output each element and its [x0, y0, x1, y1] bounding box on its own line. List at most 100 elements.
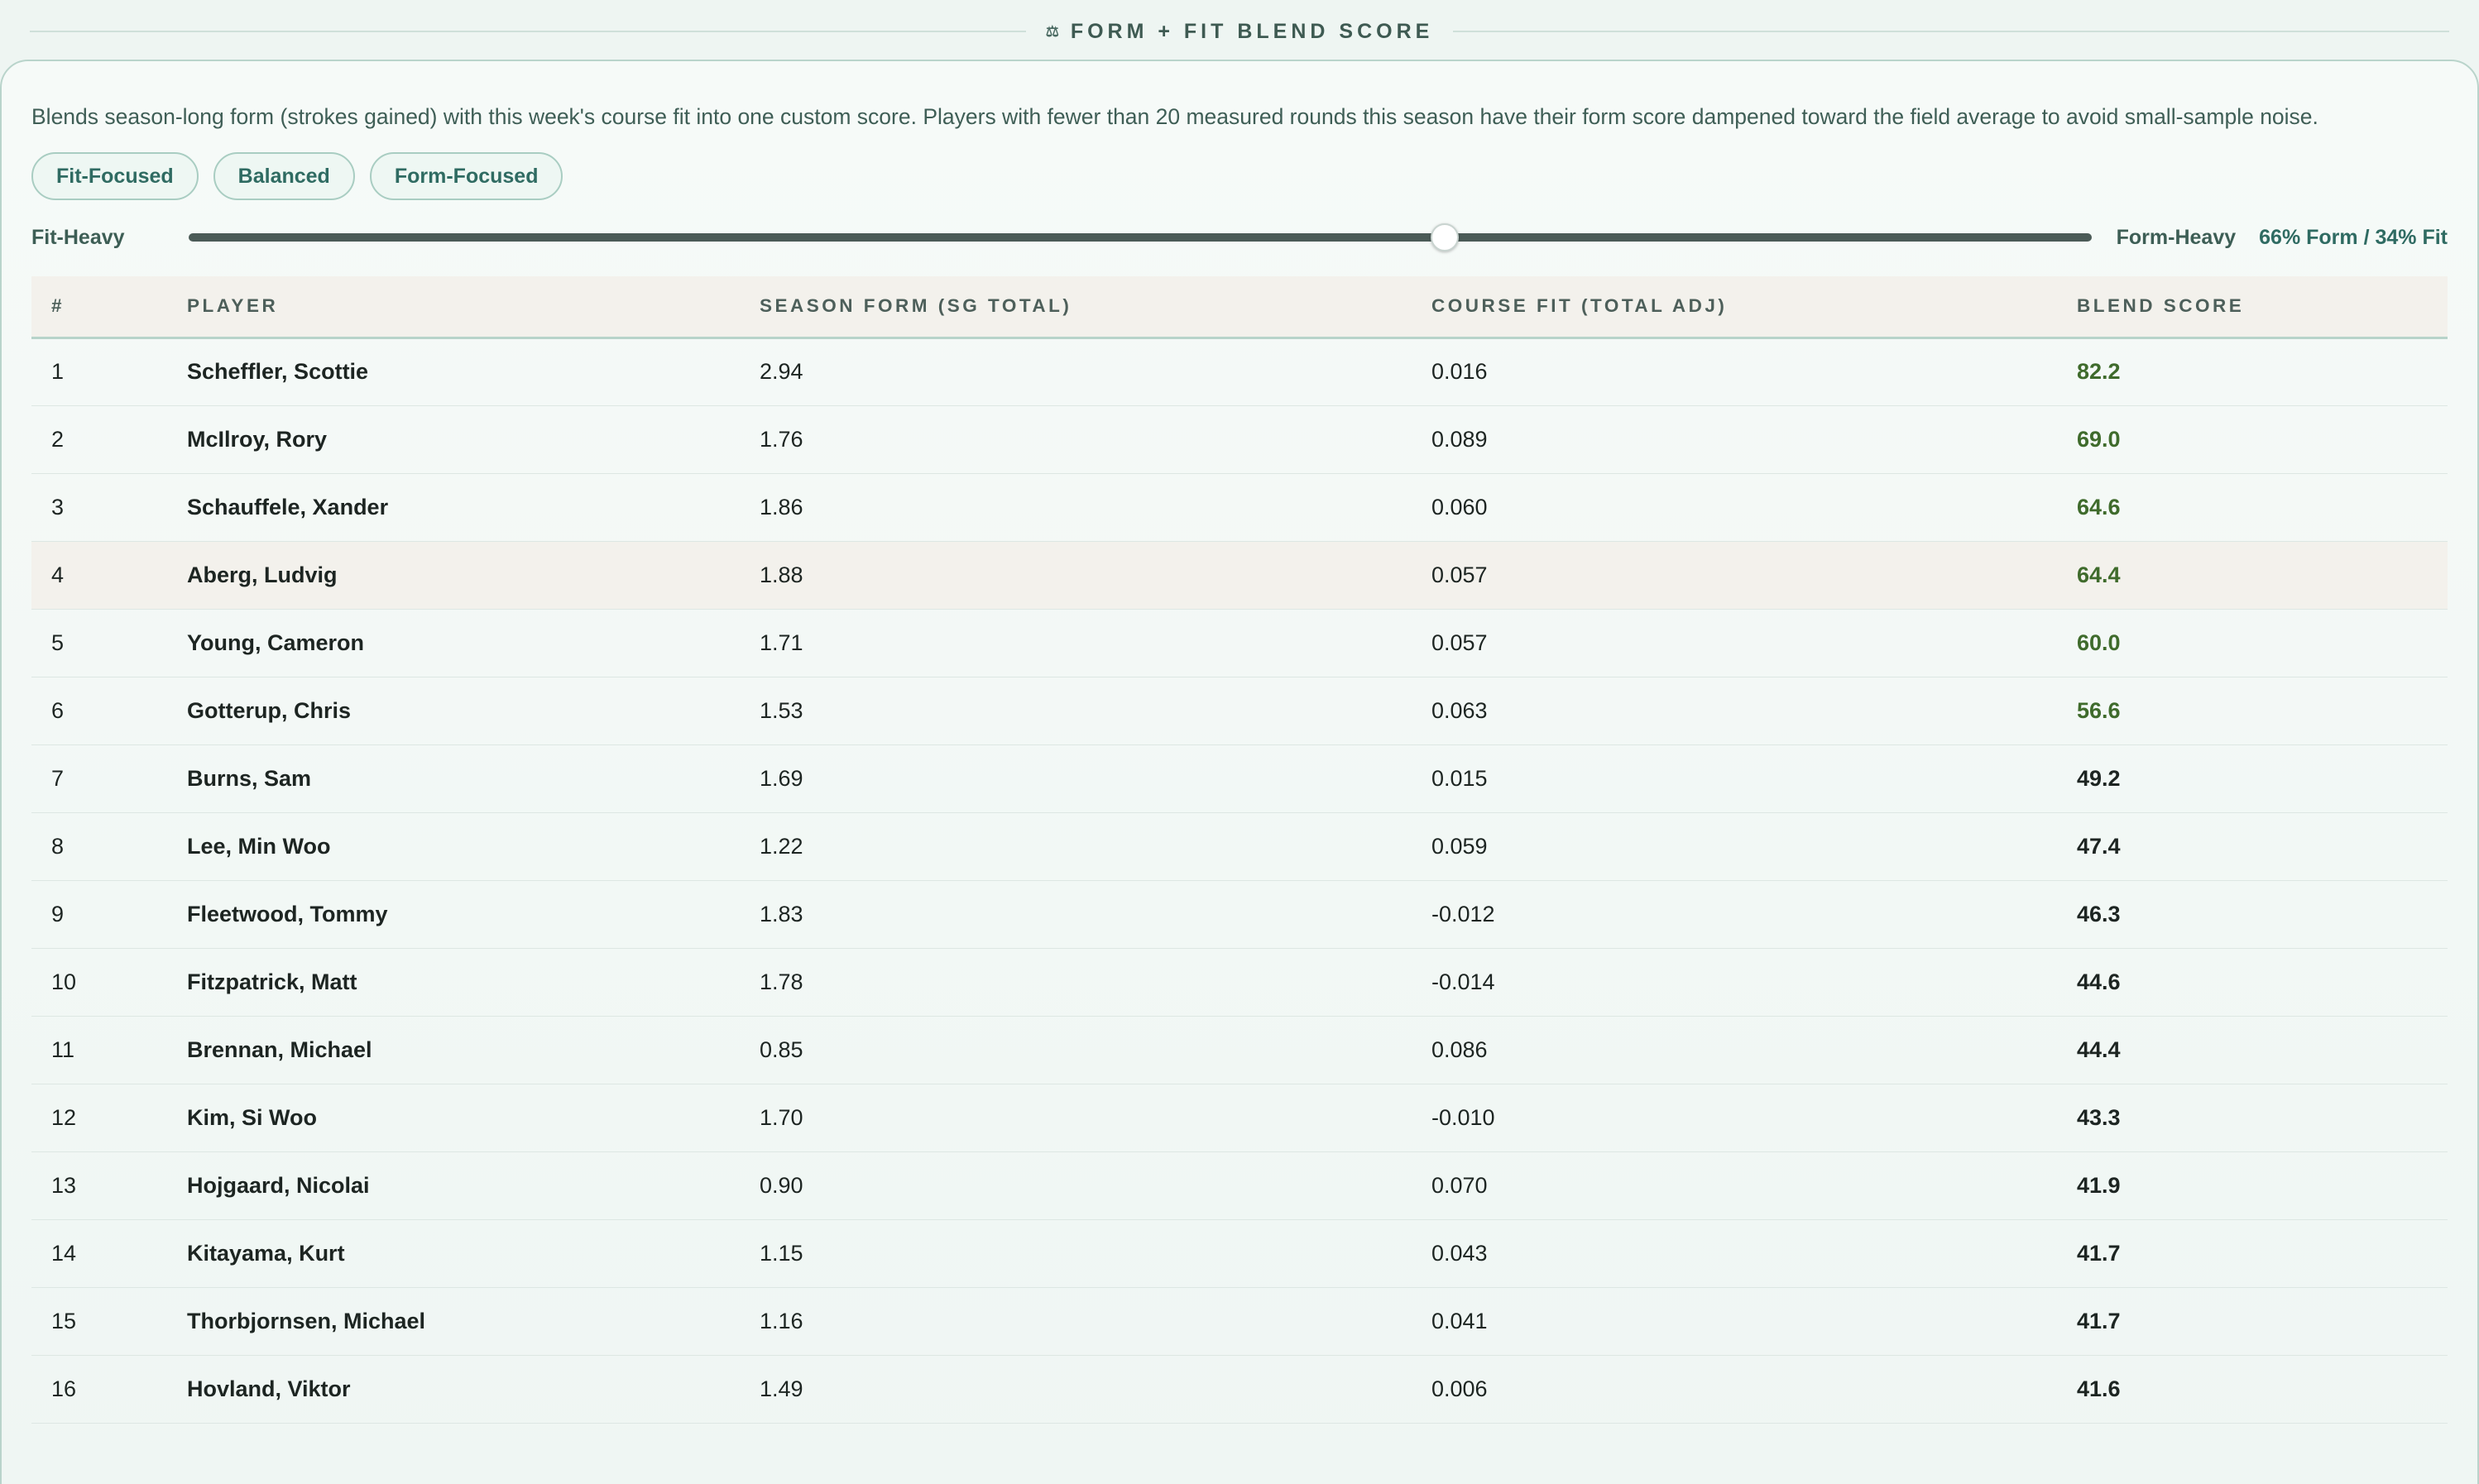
- rank-cell: 2: [51, 426, 65, 452]
- blend-score-cell: 49.2: [2077, 765, 2121, 791]
- player-name-cell: Lee, Min Woo: [187, 833, 331, 859]
- player-name-cell: Young, Cameron: [187, 630, 365, 655]
- table-row[interactable]: 12 Kim, Si Woo 1.70 -0.010 43.3: [31, 1084, 2448, 1151]
- rank-cell: 11: [51, 1036, 75, 1062]
- player-name-cell: McIlroy, Rory: [187, 426, 328, 452]
- blend-score-cell: 44.6: [2077, 969, 2121, 994]
- rank-cell: 15: [51, 1308, 77, 1333]
- player-name-cell: Hojgaard, Nicolai: [187, 1172, 370, 1198]
- rank-cell: 4: [51, 562, 65, 587]
- course-fit-cell: -0.010: [1431, 1104, 1495, 1130]
- preset-fit-focused-button[interactable]: Fit-Focused: [31, 152, 199, 200]
- season-form-cell: 1.16: [760, 1308, 803, 1333]
- player-name-cell: Gotterup, Chris: [187, 697, 352, 723]
- table-header-row: # PLAYER SEASON FORM (SG TOTAL) COURSE F…: [31, 276, 2448, 337]
- course-fit-cell: 0.006: [1431, 1376, 1488, 1401]
- season-form-cell: 1.71: [760, 630, 803, 655]
- col-form-header[interactable]: SEASON FORM (SG TOTAL): [740, 276, 1412, 337]
- table-row[interactable]: 14 Kitayama, Kurt 1.15 0.043 41.7: [31, 1219, 2448, 1287]
- section-title-text: FORM + FIT BLEND SCORE: [1070, 19, 1434, 43]
- preset-group: Fit-Focused Balanced Form-Focused: [31, 152, 2448, 200]
- rank-cell: 5: [51, 630, 65, 655]
- season-form-cell: 0.90: [760, 1172, 803, 1198]
- weight-slider-thumb[interactable]: [1430, 223, 1459, 251]
- scale-icon: ⚖: [1045, 22, 1059, 40]
- player-name-cell: Burns, Sam: [187, 765, 312, 791]
- player-name-cell: Thorbjornsen, Michael: [187, 1308, 426, 1333]
- player-name-cell: Hovland, Viktor: [187, 1376, 351, 1401]
- season-form-cell: 1.76: [760, 426, 803, 452]
- header-rule-right: [1453, 31, 2449, 32]
- blend-score-cell: 64.4: [2077, 562, 2121, 587]
- slider-right-label: Form-Heavy: [2116, 225, 2237, 249]
- course-fit-cell: 0.089: [1431, 426, 1488, 452]
- course-fit-cell: 0.060: [1431, 494, 1488, 519]
- weight-slider-row: Fit-Heavy Form-Heavy 66% Form / 34% Fit: [31, 217, 2448, 258]
- player-name-cell: Kitayama, Kurt: [187, 1240, 345, 1266]
- rank-cell: 13: [51, 1172, 77, 1198]
- rank-cell: 7: [51, 765, 65, 791]
- rank-cell: 14: [51, 1240, 77, 1266]
- course-fit-cell: 0.041: [1431, 1308, 1488, 1333]
- season-form-cell: 0.85: [760, 1036, 803, 1062]
- course-fit-cell: 0.016: [1431, 359, 1488, 384]
- course-fit-cell: 0.043: [1431, 1240, 1488, 1266]
- blend-score-cell: 41.7: [2077, 1240, 2121, 1266]
- page: ⚖ FORM + FIT BLEND SCORE Blends season-l…: [0, 0, 2479, 1484]
- header-rule-left: [30, 31, 1026, 32]
- season-form-cell: 1.22: [760, 833, 803, 859]
- table-row[interactable]: 5 Young, Cameron 1.71 0.057 60.0: [31, 609, 2448, 677]
- blend-score-cell: 69.0: [2077, 426, 2121, 452]
- table-row[interactable]: 1 Scheffler, Scottie 2.94 0.016 82.2: [31, 337, 2448, 405]
- blend-score-cell: 64.6: [2077, 494, 2121, 519]
- rank-cell: 9: [51, 901, 65, 926]
- table-row[interactable]: 11 Brennan, Michael 0.85 0.086 44.4: [31, 1016, 2448, 1084]
- table-row[interactable]: 2 McIlroy, Rory 1.76 0.089 69.0: [31, 405, 2448, 473]
- player-name-cell: Fleetwood, Tommy: [187, 901, 388, 926]
- table-row[interactable]: 7 Burns, Sam 1.69 0.015 49.2: [31, 744, 2448, 812]
- course-fit-cell: 0.086: [1431, 1036, 1488, 1062]
- course-fit-cell: 0.059: [1431, 833, 1488, 859]
- blend-score-cell: 43.3: [2077, 1104, 2121, 1130]
- col-blend-header[interactable]: BLEND SCORE: [2057, 276, 2448, 337]
- blend-score-cell: 44.4: [2077, 1036, 2121, 1062]
- blend-score-cell: 41.6: [2077, 1376, 2121, 1401]
- course-fit-cell: -0.012: [1431, 901, 1495, 926]
- preset-form-focused-button[interactable]: Form-Focused: [369, 152, 563, 200]
- table-row[interactable]: 15 Thorbjornsen, Michael 1.16 0.041 41.7: [31, 1287, 2448, 1355]
- table-row[interactable]: 6 Gotterup, Chris 1.53 0.063 56.6: [31, 677, 2448, 744]
- blend-score-cell: 82.2: [2077, 359, 2121, 384]
- table-row[interactable]: 9 Fleetwood, Tommy 1.83 -0.012 46.3: [31, 880, 2448, 948]
- weight-slider-track[interactable]: [189, 223, 2092, 251]
- blend-score-cell: 56.6: [2077, 697, 2121, 723]
- col-rank-header[interactable]: #: [31, 276, 167, 337]
- col-fit-header[interactable]: COURSE FIT (TOTAL ADJ): [1412, 276, 2057, 337]
- season-form-cell: 1.70: [760, 1104, 803, 1130]
- rank-cell: 8: [51, 833, 65, 859]
- season-form-cell: 1.83: [760, 901, 803, 926]
- course-fit-cell: 0.063: [1431, 697, 1488, 723]
- description: Blends season-long form (strokes gained)…: [31, 104, 2318, 129]
- rank-cell: 1: [51, 359, 65, 384]
- table-row[interactable]: 8 Lee, Min Woo 1.22 0.059 47.4: [31, 812, 2448, 880]
- table-row[interactable]: 4 Aberg, Ludvig 1.88 0.057 64.4: [31, 541, 2448, 609]
- course-fit-cell: 0.057: [1431, 562, 1488, 587]
- blend-score-cell: 41.7: [2077, 1308, 2121, 1333]
- season-form-cell: 1.53: [760, 697, 803, 723]
- table-row[interactable]: 16 Hovland, Viktor 1.49 0.006 41.6: [31, 1355, 2448, 1423]
- preset-balanced-button[interactable]: Balanced: [213, 152, 355, 200]
- course-fit-cell: -0.014: [1431, 969, 1495, 994]
- table-row[interactable]: 10 Fitzpatrick, Matt 1.78 -0.014 44.6: [31, 948, 2448, 1016]
- season-form-cell: 1.78: [760, 969, 803, 994]
- table-row[interactable]: 13 Hojgaard, Nicolai 0.90 0.070 41.9: [31, 1151, 2448, 1219]
- col-player-header[interactable]: PLAYER: [167, 276, 740, 337]
- rank-cell: 3: [51, 494, 65, 519]
- course-fit-cell: 0.057: [1431, 630, 1488, 655]
- rank-cell: 12: [51, 1104, 77, 1130]
- section-header: ⚖ FORM + FIT BLEND SCORE: [30, 13, 2449, 50]
- season-form-cell: 1.15: [760, 1240, 803, 1266]
- player-name-cell: Brennan, Michael: [187, 1036, 372, 1062]
- rank-cell: 6: [51, 697, 65, 723]
- table-row[interactable]: 3 Schauffele, Xander 1.86 0.060 64.6: [31, 473, 2448, 541]
- blend-score-cell: 41.9: [2077, 1172, 2121, 1198]
